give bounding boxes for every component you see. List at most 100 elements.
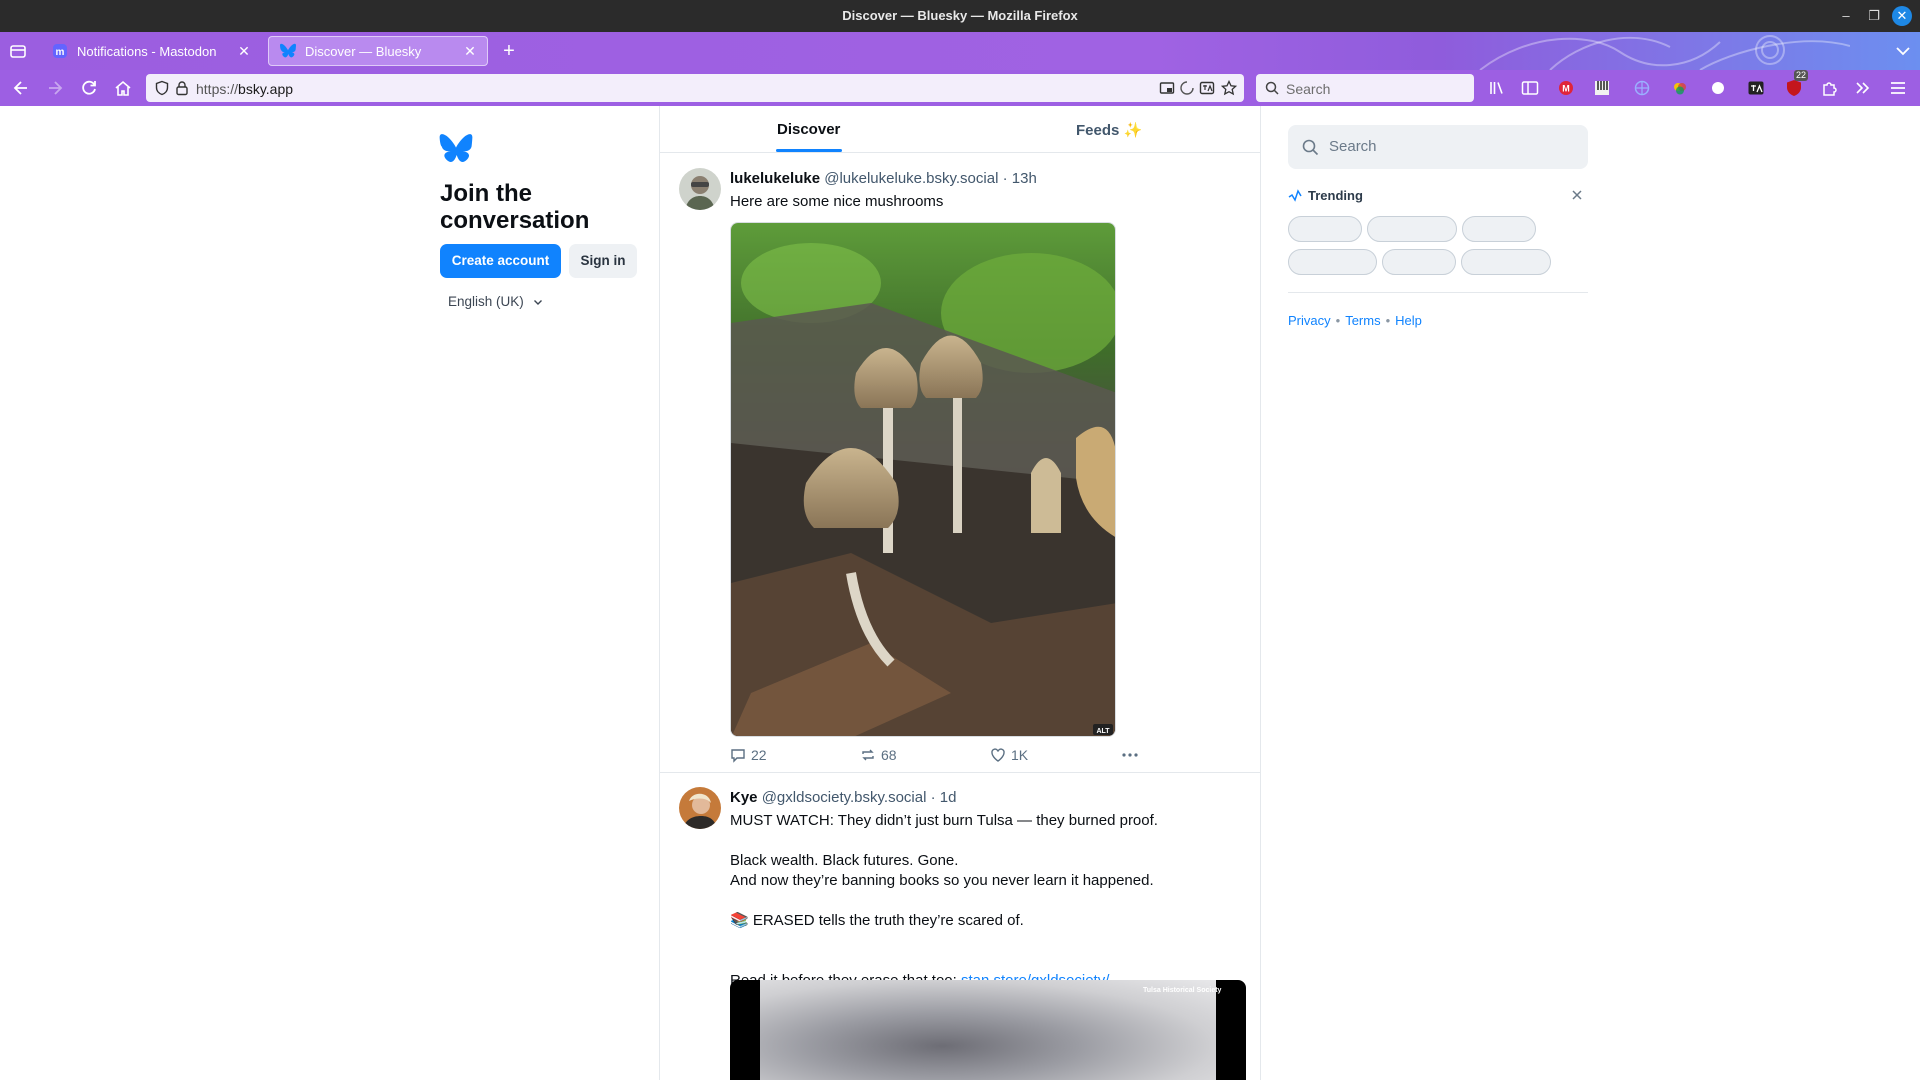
post-header: lukelukeluke @lukelukeluke.bsky.social ·… bbox=[730, 170, 1037, 187]
post-video-embed[interactable]: Tulsa Historical Society bbox=[730, 980, 1246, 1080]
tab-strip: m Notifications - Mastodon ✕ Discover — … bbox=[0, 32, 1920, 70]
post-header: Kye @gxldsociety.bsky.social · 1d bbox=[730, 789, 956, 806]
list-all-tabs-icon[interactable] bbox=[1894, 43, 1912, 59]
trending-title: Trending bbox=[1308, 188, 1363, 203]
search-icon bbox=[1302, 139, 1319, 156]
create-account-button[interactable]: Create account bbox=[440, 244, 561, 278]
new-tab-button[interactable]: + bbox=[498, 40, 520, 62]
hamburger-menu-icon[interactable] bbox=[1888, 78, 1908, 98]
web-page: Join the conversation Create account Sig… bbox=[0, 106, 1920, 1080]
right-divider bbox=[1288, 292, 1588, 293]
piano-extension-icon[interactable] bbox=[1592, 78, 1612, 98]
reply-button[interactable]: 22 bbox=[730, 747, 767, 763]
lock-icon[interactable] bbox=[174, 80, 190, 96]
tab-close-icon[interactable]: ✕ bbox=[462, 43, 478, 59]
author-name[interactable]: lukelukeluke bbox=[730, 170, 820, 187]
bookmark-star-icon[interactable] bbox=[1221, 80, 1237, 96]
minimize-icon[interactable]: – bbox=[1836, 6, 1856, 26]
trending-topic-placeholder[interactable] bbox=[1461, 249, 1551, 275]
trending-topic-placeholder[interactable] bbox=[1367, 216, 1457, 242]
extensions-puzzle-icon[interactable] bbox=[1820, 78, 1840, 98]
help-link[interactable]: Help bbox=[1395, 313, 1422, 328]
translate-icon[interactable] bbox=[1199, 80, 1215, 96]
forward-icon[interactable] bbox=[45, 78, 65, 98]
network-extension-icon[interactable] bbox=[1632, 78, 1652, 98]
translate-extension-icon[interactable] bbox=[1746, 78, 1766, 98]
alt-badge[interactable]: ALT bbox=[1096, 728, 1110, 735]
extension-badge: 22 bbox=[1794, 70, 1809, 81]
repost-icon bbox=[862, 749, 874, 761]
post-actions: 22 68 1K bbox=[730, 747, 1150, 767]
sign-in-button[interactable]: Sign in bbox=[569, 244, 637, 278]
tracking-protection-shield-icon[interactable] bbox=[154, 80, 170, 96]
close-window-icon[interactable]: ✕ bbox=[1892, 6, 1912, 26]
search-input[interactable]: Search bbox=[1288, 125, 1588, 169]
post-time[interactable]: · 1d bbox=[931, 789, 957, 806]
author-handle[interactable]: @gxldsociety.bsky.social bbox=[762, 789, 927, 806]
feed-tab-bar: Discover Feeds ✨ bbox=[660, 106, 1260, 153]
overflow-chevron-icon[interactable] bbox=[1853, 78, 1873, 98]
tab-bluesky[interactable]: Discover — Bluesky ✕ bbox=[268, 36, 488, 66]
tab-label: Notifications - Mastodon bbox=[77, 43, 217, 59]
feed-post[interactable]: Kye @gxldsociety.bsky.social · 1d MUST W… bbox=[660, 773, 1260, 1080]
tab-feeds[interactable]: Feeds ✨ bbox=[1076, 121, 1142, 139]
svg-text:M: M bbox=[1562, 84, 1570, 94]
mastodon-extension-icon[interactable]: M bbox=[1556, 78, 1576, 98]
bluesky-butterfly-icon[interactable] bbox=[439, 134, 473, 164]
circle-extension-icon[interactable] bbox=[1708, 78, 1728, 98]
feed-post[interactable]: lukelukeluke @lukelukeluke.bsky.social ·… bbox=[660, 154, 1260, 763]
repost-button[interactable]: 68 bbox=[860, 747, 897, 763]
heart-icon bbox=[991, 748, 1005, 762]
mushrooms-photo: ALT bbox=[731, 223, 1115, 736]
tab-discover[interactable]: Discover bbox=[777, 121, 840, 138]
firefox-view-icon[interactable] bbox=[8, 41, 28, 61]
privacy-link[interactable]: Privacy bbox=[1288, 313, 1331, 328]
restore-icon[interactable]: ❐ bbox=[1864, 6, 1884, 26]
author-name[interactable]: Kye bbox=[730, 789, 758, 806]
library-icon[interactable] bbox=[1487, 78, 1507, 98]
svg-text:m: m bbox=[56, 47, 65, 58]
search-placeholder: Search bbox=[1286, 81, 1331, 97]
sidebar-icon[interactable] bbox=[1520, 78, 1540, 98]
search-placeholder: Search bbox=[1329, 138, 1377, 155]
trending-topic-placeholder[interactable] bbox=[1462, 216, 1536, 242]
window-title: Discover — Bluesky — Mozilla Firefox bbox=[842, 8, 1078, 23]
feed-column: Discover Feeds ✨ lukelukeluke @lukelukel… bbox=[659, 106, 1261, 1080]
url-text[interactable]: https://bsky.app bbox=[196, 81, 293, 97]
tab-close-icon[interactable]: ✕ bbox=[236, 43, 252, 59]
author-handle[interactable]: @lukelukeluke.bsky.social bbox=[824, 170, 998, 187]
color-extension-icon[interactable] bbox=[1670, 78, 1690, 98]
terms-link[interactable]: Terms bbox=[1345, 313, 1380, 328]
post-time[interactable]: · 13h bbox=[1003, 170, 1037, 187]
close-icon[interactable] bbox=[1570, 188, 1584, 202]
reload-icon[interactable] bbox=[79, 78, 99, 98]
url-bar[interactable]: https://bsky.app bbox=[146, 74, 1244, 102]
back-icon[interactable] bbox=[11, 78, 31, 98]
chevron-down-icon bbox=[533, 299, 542, 305]
theme-swirl-decoration bbox=[1479, 35, 1850, 70]
more-options-button[interactable] bbox=[1120, 747, 1145, 763]
trending-topic-placeholder[interactable] bbox=[1288, 249, 1377, 275]
link-separator: • bbox=[1335, 313, 1341, 328]
post-text: Here are some nice mushrooms bbox=[730, 193, 944, 210]
tab-mastodon[interactable]: m Notifications - Mastodon ✕ bbox=[40, 36, 262, 66]
browser-search-box[interactable]: Search bbox=[1256, 74, 1474, 102]
home-icon[interactable] bbox=[113, 78, 133, 98]
post-image[interactable]: ALT bbox=[730, 222, 1116, 737]
language-select[interactable]: English (UK) bbox=[448, 294, 544, 309]
link-separator: • bbox=[1385, 313, 1391, 328]
bluesky-butterfly-icon bbox=[280, 43, 296, 58]
post-text-line: 📚 ERASED tells the truth they’re scared … bbox=[730, 912, 1024, 929]
trending-topic-placeholder[interactable] bbox=[1382, 249, 1456, 275]
ellipsis-icon bbox=[1122, 753, 1138, 757]
navigation-bar: https://bsky.app Search M 22 bbox=[0, 70, 1920, 106]
picture-in-picture-icon[interactable] bbox=[1159, 80, 1175, 96]
avatar[interactable] bbox=[679, 787, 721, 829]
like-button[interactable]: 1K bbox=[990, 747, 1028, 763]
url-host: bsky.app bbox=[238, 81, 294, 97]
trending-topic-placeholder[interactable] bbox=[1288, 216, 1362, 242]
loading-spinner-icon bbox=[1180, 81, 1194, 95]
ublock-extension-icon[interactable]: 22 bbox=[1784, 70, 1809, 98]
shield-icon bbox=[1787, 80, 1801, 96]
avatar[interactable] bbox=[679, 168, 721, 210]
